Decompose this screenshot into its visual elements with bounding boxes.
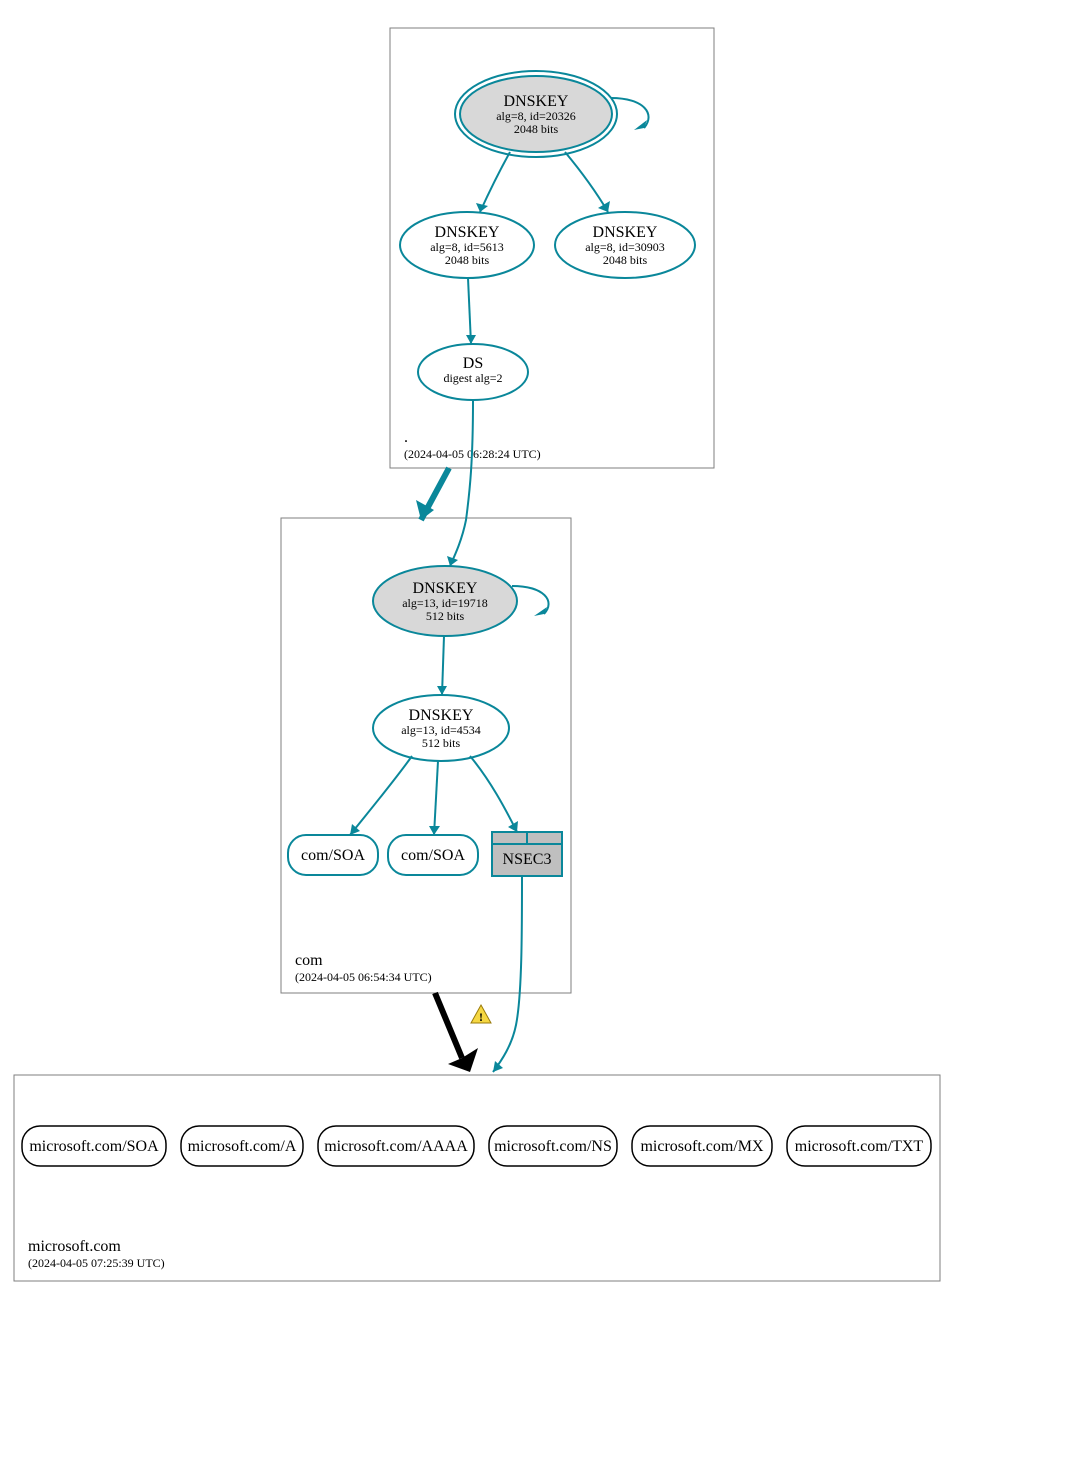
node-root-zsk1: DNSKEY alg=8, id=5613 2048 bits (400, 212, 534, 278)
svg-text:DS: DS (463, 355, 483, 372)
node-com-ksk: DNSKEY alg=13, id=19718 512 bits (373, 566, 517, 636)
zone-microsoft-timestamp: (2024-04-05 07:25:39 UTC) (28, 1256, 165, 1270)
svg-text:com/SOA: com/SOA (401, 847, 465, 864)
node-com-soa1: com/SOA (288, 835, 378, 875)
svg-text:alg=8, id=20326: alg=8, id=20326 (496, 109, 576, 123)
node-microsoft-txt: microsoft.com/TXT (787, 1126, 931, 1166)
edge-zsk-to-nsec3 (470, 756, 517, 832)
node-microsoft-ns: microsoft.com/NS (489, 1126, 617, 1166)
zone-microsoft-box (14, 1075, 940, 1281)
zone-com-timestamp: (2024-04-05 06:54:34 UTC) (295, 970, 432, 984)
zone-root-label: . (404, 429, 408, 446)
arrowhead (598, 201, 610, 212)
arrowhead (476, 203, 488, 212)
edge-ds-to-com-ksk (450, 400, 473, 566)
svg-text:2048 bits: 2048 bits (445, 253, 490, 267)
arrowhead (466, 335, 476, 344)
node-microsoft-mx: microsoft.com/MX (632, 1126, 772, 1166)
node-com-zsk: DNSKEY alg=13, id=4534 512 bits (373, 695, 509, 761)
svg-text:2048 bits: 2048 bits (603, 253, 648, 267)
node-microsoft-a: microsoft.com/A (181, 1126, 303, 1166)
svg-text:DNSKEY: DNSKEY (593, 224, 658, 241)
svg-text:DNSKEY: DNSKEY (409, 707, 474, 724)
arrowhead (429, 826, 440, 835)
svg-text:512 bits: 512 bits (426, 609, 465, 623)
svg-text:alg=13, id=19718: alg=13, id=19718 (402, 596, 488, 610)
arrowhead (534, 607, 547, 616)
svg-text:2048 bits: 2048 bits (514, 122, 559, 136)
edge-com-to-microsoft-thick (435, 993, 462, 1058)
zone-com-label: com (295, 952, 323, 969)
arrowhead (448, 1048, 478, 1072)
svg-text:microsoft.com/TXT: microsoft.com/TXT (795, 1138, 924, 1155)
node-microsoft-soa: microsoft.com/SOA (22, 1126, 166, 1166)
edge-ksk-to-zsk1 (480, 152, 510, 212)
edge-zsk-to-soa1 (350, 756, 412, 835)
svg-text:alg=8, id=5613: alg=8, id=5613 (430, 240, 504, 254)
node-root-ds: DS digest alg=2 (418, 344, 528, 400)
svg-text:alg=13, id=4534: alg=13, id=4534 (401, 723, 481, 737)
node-root-zsk2: DNSKEY alg=8, id=30903 2048 bits (555, 212, 695, 278)
svg-text:microsoft.com/NS: microsoft.com/NS (494, 1138, 612, 1155)
svg-text:digest alg=2: digest alg=2 (443, 371, 502, 385)
arrowhead (493, 1061, 503, 1072)
svg-text:microsoft.com/SOA: microsoft.com/SOA (29, 1138, 159, 1155)
svg-text:alg=8, id=30903: alg=8, id=30903 (585, 240, 665, 254)
node-com-nsec3: NSEC3 (492, 832, 562, 876)
arrowhead (447, 556, 458, 566)
svg-text:!: ! (479, 1010, 483, 1024)
svg-text:microsoft.com/AAAA: microsoft.com/AAAA (324, 1138, 468, 1155)
node-com-soa2: com/SOA (388, 835, 478, 875)
node-root-ksk: DNSKEY alg=8, id=20326 2048 bits (455, 71, 617, 157)
zone-microsoft-label: microsoft.com (28, 1238, 121, 1255)
svg-text:NSEC3: NSEC3 (503, 851, 552, 868)
svg-text:microsoft.com/MX: microsoft.com/MX (640, 1138, 764, 1155)
svg-text:512 bits: 512 bits (422, 736, 461, 750)
svg-text:microsoft.com/A: microsoft.com/A (188, 1138, 297, 1155)
arrowhead (634, 120, 647, 130)
warning-icon: ! (471, 1005, 491, 1024)
svg-text:com/SOA: com/SOA (301, 847, 365, 864)
svg-text:DNSKEY: DNSKEY (435, 224, 500, 241)
edge-ksk-to-zsk2 (565, 152, 608, 212)
arrowhead (437, 686, 447, 695)
svg-text:DNSKEY: DNSKEY (504, 93, 569, 110)
edge-zsk1-to-ds (468, 278, 471, 344)
node-microsoft-aaaa: microsoft.com/AAAA (318, 1126, 474, 1166)
svg-text:DNSKEY: DNSKEY (413, 580, 478, 597)
edge-nsec3-to-microsoft (493, 876, 522, 1072)
dnssec-diagram: . (2024-04-05 06:28:24 UTC) DNSKEY alg=8… (0, 0, 1087, 1473)
edge-zsk-to-soa2 (434, 761, 438, 835)
